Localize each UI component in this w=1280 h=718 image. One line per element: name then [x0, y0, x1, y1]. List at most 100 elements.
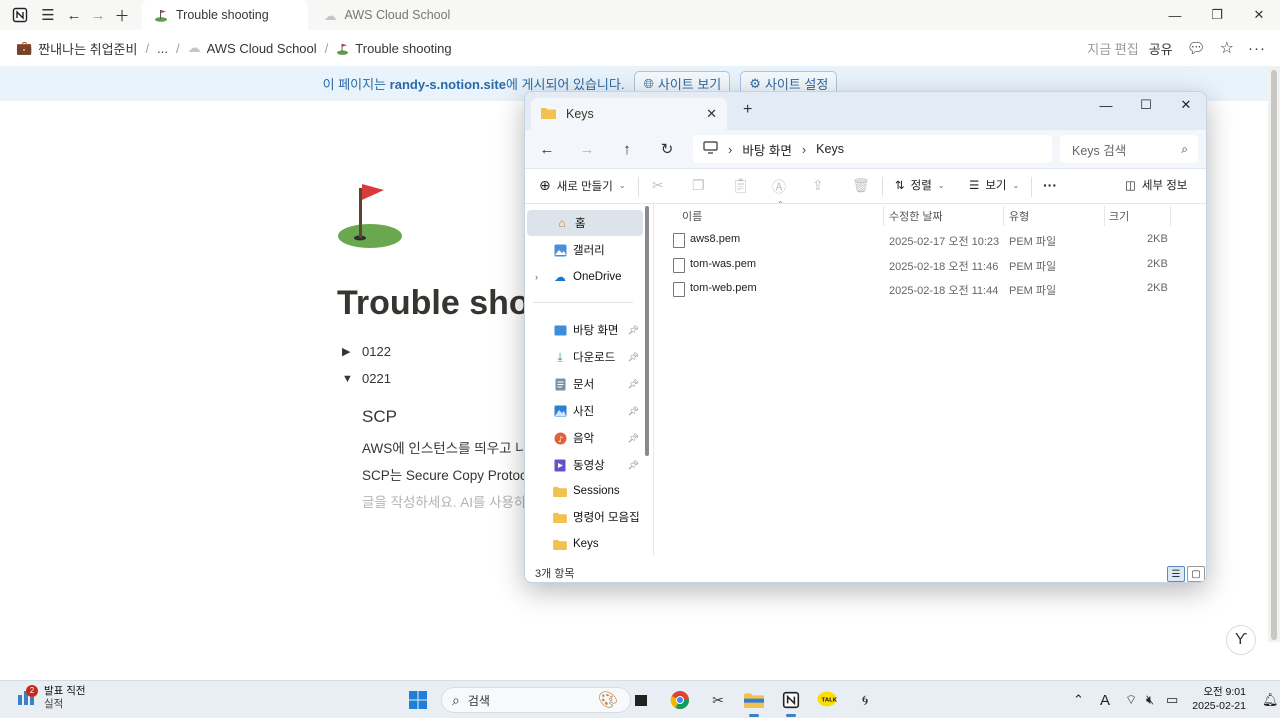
page-icon-golf-flag[interactable] — [334, 178, 406, 250]
nav-item-gallery[interactable]: 갤러리 — [525, 237, 641, 263]
view-button[interactable]: ☰ 보기 ⌄ — [969, 177, 1019, 193]
task-view-icon[interactable] — [627, 686, 655, 714]
minimize-icon[interactable]: — — [1154, 0, 1196, 30]
breadcrumb-item-ellipsis[interactable]: ... — [157, 41, 168, 56]
close-icon[interactable]: ✕ — [1238, 0, 1280, 30]
system-clock[interactable]: 오전 9:01 2025-02-21 — [1186, 685, 1246, 713]
nav-item-home[interactable]: ⌂ 홈 — [527, 210, 643, 236]
battery-icon[interactable]: ▭ — [1166, 692, 1178, 708]
nav-item-downloads[interactable]: ⤓ 다운로드 📌︎ — [525, 344, 641, 370]
column-divider[interactable] — [883, 206, 884, 226]
chevron-right-icon[interactable]: › — [728, 142, 732, 157]
scrollbar-thumb[interactable] — [1271, 70, 1277, 640]
new-tab-plus-icon[interactable]: ＋ — [110, 3, 134, 27]
pin-icon[interactable]: 📌︎ — [628, 460, 639, 471]
maximize-icon[interactable]: ❐ — [1196, 0, 1238, 30]
up-arrow-icon[interactable]: ↑ — [617, 139, 637, 159]
back-arrow-icon[interactable]: ← — [537, 139, 557, 159]
back-arrow-icon[interactable]: ← — [62, 3, 86, 27]
copy-icon[interactable]: ❐ — [692, 177, 705, 194]
ime-indicator[interactable]: A — [1100, 692, 1110, 709]
windows-start-icon[interactable] — [404, 686, 432, 714]
chevron-right-icon[interactable]: › — [802, 142, 806, 157]
nav-pane-scrollbar[interactable] — [645, 206, 649, 456]
breadcrumb-item-job-prep[interactable]: 💼 짠내나는 취업준비 — [16, 39, 137, 58]
close-tab-icon[interactable]: ✕ — [706, 106, 717, 122]
swirl-app-icon[interactable]: 🌀︎ — [851, 686, 879, 714]
column-header-size[interactable]: 크기 — [1109, 208, 1129, 226]
column-header-modified[interactable]: 수정한 날짜 — [889, 208, 943, 226]
column-header-name[interactable]: 이름 — [682, 208, 702, 226]
nav-item-keys[interactable]: Keys — [525, 531, 641, 556]
address-segment[interactable]: 바탕 화면 — [742, 140, 791, 159]
column-header-type[interactable]: 유형 — [1009, 208, 1029, 226]
toggle-expanded-icon[interactable]: ▼ — [342, 373, 353, 385]
tab-aws-cloud-school[interactable]: ☁ AWS Cloud School — [312, 0, 478, 30]
paste-icon[interactable]: 📋︎ — [732, 177, 750, 194]
toggle-block-0221[interactable]: ▼ 0221 — [342, 371, 391, 386]
forward-arrow-icon[interactable]: → — [577, 139, 597, 159]
rename-icon[interactable]: Ⓐ — [772, 177, 786, 197]
file-row-tom-web[interactable]: tom-web.pem 2025-02-18 오전 11:44 PEM 파일 2… — [653, 277, 1206, 301]
breadcrumb-item-trouble-shooting[interactable]: Trouble shooting — [336, 41, 452, 56]
comment-icon[interactable]: 💬︎ — [1187, 39, 1206, 57]
chevron-right-icon[interactable]: › — [535, 272, 538, 282]
snipping-tool-icon[interactable]: ✂ — [704, 686, 732, 714]
pin-icon[interactable]: 📌︎ — [628, 433, 639, 444]
notion-app-icon[interactable] — [777, 686, 805, 717]
notification-bell-icon[interactable]: 🔔︎ — [1262, 692, 1279, 708]
tab-trouble-shooting[interactable]: Trouble shooting — [142, 0, 308, 30]
nav-item-desktop[interactable]: 바탕 화면 📌︎ — [525, 317, 641, 343]
heading-scp[interactable]: SCP — [362, 407, 397, 427]
pin-icon[interactable]: 📌︎ — [628, 325, 639, 336]
banner-site-link[interactable]: randy-s.notion.site — [390, 77, 506, 92]
share-button[interactable]: 공유 — [1149, 39, 1173, 58]
delete-icon[interactable]: 🗑︎ — [852, 177, 870, 194]
column-divider[interactable] — [1170, 206, 1171, 226]
toggle-block-0122[interactable]: ▶ 0122 — [342, 344, 391, 359]
nav-item-pictures[interactable]: 사진 📌︎ — [525, 398, 641, 424]
new-tab-plus-icon[interactable]: + — [743, 101, 752, 119]
address-segment[interactable]: Keys — [816, 142, 844, 156]
nav-item-commands-collection[interactable]: 명령어 모음집 — [525, 504, 641, 530]
paragraph-block[interactable]: AWS에 인스턴스를 띄우고 나 — [362, 437, 528, 457]
notion-logo-icon[interactable] — [8, 3, 32, 27]
cut-icon[interactable]: ✂ — [652, 177, 664, 194]
breadcrumb-item-aws-cloud-school[interactable]: ☁ AWS Cloud School — [188, 40, 317, 56]
toggle-collapsed-icon[interactable]: ▶ — [342, 345, 352, 358]
explorer-search-input[interactable]: Keys 검색 ⌕ — [1060, 135, 1198, 163]
nav-item-music[interactable]: ♪ 음악 📌︎ — [525, 425, 641, 451]
empty-block-placeholder[interactable]: 글을 작성하세요. AI를 사용하 — [362, 491, 526, 511]
nav-item-sessions[interactable]: Sessions — [525, 478, 641, 504]
refresh-icon[interactable]: ↻ — [657, 139, 677, 159]
wifi-icon[interactable]: ⌔ — [1125, 692, 1137, 708]
file-row-tom-was[interactable]: tom-was.pem 2025-02-18 오전 11:46 PEM 파일 2… — [653, 253, 1206, 277]
new-item-button[interactable]: ⊕ 새로 만들기 ⌄ — [539, 177, 626, 194]
minimize-icon[interactable]: — — [1086, 92, 1126, 118]
tiles-view-icon[interactable]: ▢ — [1187, 566, 1205, 582]
menu-icon[interactable]: ☰ — [36, 3, 60, 27]
widgets-button[interactable]: 2 발표 직전 실적 — [16, 684, 86, 711]
pin-icon[interactable]: 📌︎ — [628, 352, 639, 363]
pin-icon[interactable]: 📌︎ — [628, 379, 639, 390]
sort-button[interactable]: ⇅ 정렬 ⌄ — [895, 177, 945, 193]
speaker-muted-icon[interactable]: 🔇︎ — [1146, 692, 1154, 708]
more-options-icon[interactable]: ··· — [1043, 177, 1057, 193]
more-options-icon[interactable]: ··· — [1248, 40, 1266, 57]
taskbar-search-input[interactable]: ⌕ 검색 🎨︎ — [441, 687, 631, 713]
chrome-icon[interactable] — [666, 686, 694, 714]
kakaotalk-icon[interactable]: TALK — [813, 686, 841, 714]
column-divider[interactable] — [1003, 206, 1004, 226]
forward-arrow-icon[interactable]: → — [86, 3, 110, 27]
notion-ai-button[interactable]: ϒ — [1226, 625, 1256, 655]
maximize-icon[interactable]: ☐ — [1126, 92, 1166, 118]
explorer-tab-keys[interactable]: Keys ✕ — [531, 98, 727, 130]
column-divider[interactable] — [1104, 206, 1105, 226]
address-bar[interactable]: › 바탕 화면 › Keys — [693, 135, 1052, 163]
page-scrollbar[interactable] — [1268, 66, 1280, 642]
file-explorer-icon[interactable] — [740, 686, 768, 717]
nav-item-videos[interactable]: 동영상 📌︎ — [525, 452, 641, 478]
chevron-up-icon[interactable]: ⌃ — [1073, 692, 1084, 708]
star-icon[interactable]: ☆ — [1220, 38, 1234, 58]
details-pane-button[interactable]: ◫ 세부 정보 — [1125, 177, 1187, 193]
